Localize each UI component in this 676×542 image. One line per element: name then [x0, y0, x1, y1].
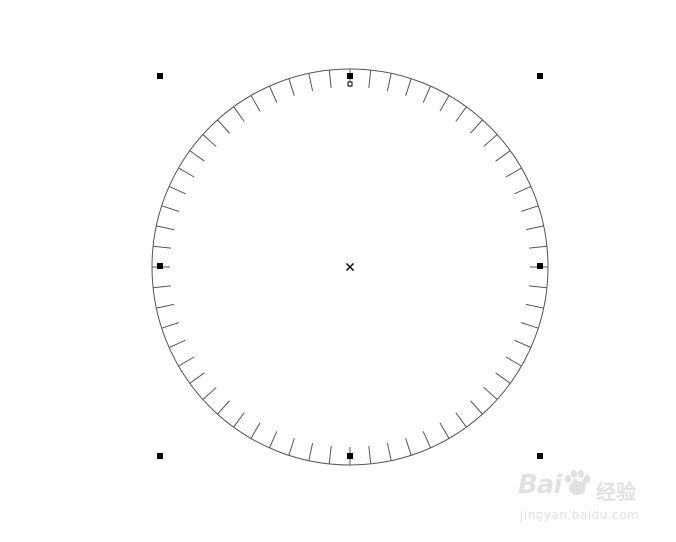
dial-tick: [439, 95, 450, 112]
dial-tick: [250, 422, 261, 439]
selection-handle-bottom-right[interactable]: [537, 453, 543, 459]
selection-handle-middle-left[interactable]: [157, 263, 163, 269]
dial-tick: [470, 400, 483, 415]
dial-tick: [439, 422, 450, 439]
dial-tick: [328, 445, 332, 464]
dial-tick: [156, 225, 175, 231]
dial-tick: [217, 119, 230, 134]
dial-tick: [269, 431, 278, 449]
dial-tick: [178, 167, 195, 178]
dial-tick: [368, 70, 372, 89]
dial-tick: [470, 119, 483, 134]
node-marker[interactable]: [347, 81, 353, 87]
selection-handle-bottom-left[interactable]: [157, 453, 163, 459]
dial-tick: [161, 205, 179, 212]
dial-tick: [422, 85, 431, 103]
dial-tick: [483, 134, 498, 147]
dial-tick: [386, 442, 392, 461]
dial-tick: [178, 356, 195, 367]
selection-handle-top-left[interactable]: [157, 73, 163, 79]
dial-tick: [153, 285, 172, 289]
dial-tick: [156, 303, 175, 309]
dial-tick: [455, 106, 467, 122]
dial-tick: [308, 442, 314, 461]
dial-tick: [521, 322, 539, 329]
paw-icon: [564, 470, 591, 495]
dial-tick: [168, 339, 186, 348]
watermark: Bai u 经验 jingyan.baidu.com: [498, 462, 648, 532]
dial-tick: [525, 303, 544, 309]
dial-tick: [168, 186, 186, 195]
dial-tick: [202, 387, 217, 400]
dial-tick: [328, 70, 332, 89]
dial-tick: [189, 150, 205, 162]
dial-tick: [525, 225, 544, 231]
dial-tick: [153, 245, 172, 249]
dial-tick: [233, 412, 245, 428]
dial-tick: [422, 431, 431, 449]
dial-tick: [202, 134, 217, 147]
watermark-url: jingyan.baidu.com: [520, 508, 640, 522]
dial-tick: [217, 400, 230, 415]
dial-tick: [269, 85, 278, 103]
selection-handle-top-right[interactable]: [537, 73, 543, 79]
watermark-tag: 经验: [596, 480, 636, 504]
dial-tick: [455, 412, 467, 428]
dial-tick: [495, 150, 511, 162]
selection-handle-bottom-center[interactable]: [347, 453, 353, 459]
dial-tick: [288, 78, 295, 96]
dial-tick: [308, 73, 314, 92]
dial-tick: [288, 438, 295, 456]
selection-handle-top-center[interactable]: [347, 73, 353, 79]
dial-tick: [250, 95, 261, 112]
dial-tick: [483, 387, 498, 400]
dial-tick: [368, 445, 372, 464]
dial-tick: [521, 205, 539, 212]
dial-tick: [405, 438, 412, 456]
dial-tick: [161, 322, 179, 329]
center-point-icon[interactable]: [346, 263, 354, 271]
dial-tick: [405, 78, 412, 96]
dial-tick: [505, 167, 522, 178]
dial-tick: [528, 245, 547, 249]
dial-tick: [514, 186, 532, 195]
dial-tick: [495, 372, 511, 384]
dial-tick: [233, 106, 245, 122]
dial-tick: [386, 73, 392, 92]
selection-handle-middle-right[interactable]: [537, 263, 543, 269]
dial-tick: [528, 285, 547, 289]
dial-tick: [505, 356, 522, 367]
dial-tick: [189, 372, 205, 384]
drawing-canvas[interactable]: [0, 0, 676, 542]
dial-tick: [514, 339, 532, 348]
